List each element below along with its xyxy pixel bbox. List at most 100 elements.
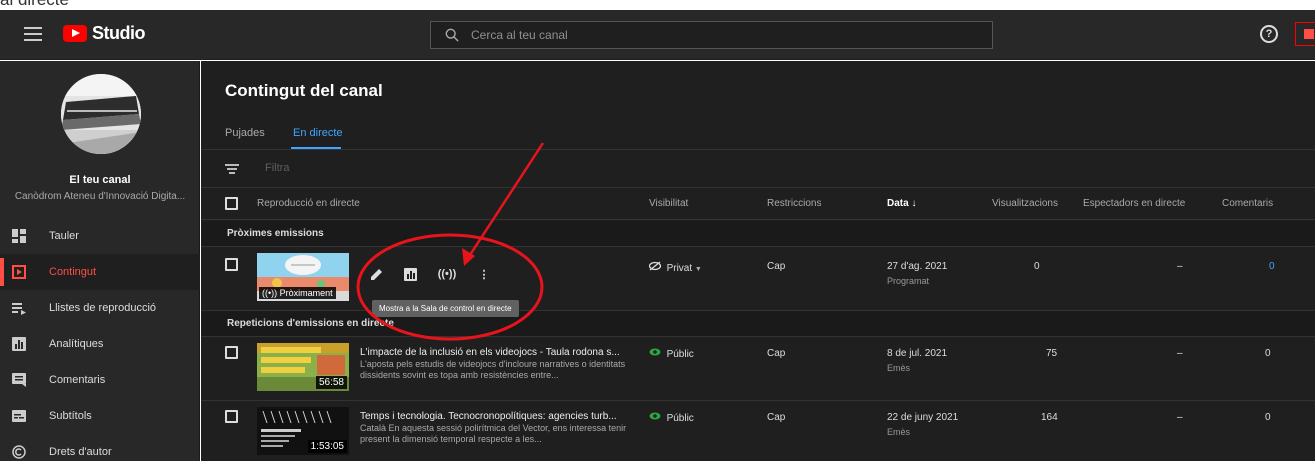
section-replays: Repeticions d'emissions en directe [201, 311, 1315, 337]
video-duration: 56:58 [315, 376, 347, 389]
comments-icon [12, 373, 26, 387]
create-button[interactable] [1295, 22, 1315, 46]
dropdown-arrow-icon: ▼ [694, 266, 702, 273]
sidebar-item-tauler[interactable]: Tauler [0, 218, 200, 254]
sidebar-item-llistes[interactable]: Llistes de reproducció [0, 290, 200, 326]
channel-title: El teu canal [69, 174, 131, 186]
subtitles-icon [12, 409, 26, 423]
top-caption-text: al directe [0, 0, 200, 10]
page-title: Contingut del canal [225, 81, 383, 100]
date-value: 22 de juny 2021 [887, 412, 959, 423]
section-upcoming: Pròximes emissions [201, 221, 1315, 247]
column-header-live-viewers[interactable]: Espectadors en directe [1083, 198, 1185, 209]
edit-pencil-icon[interactable] [369, 267, 383, 281]
date-cell: 27 d'ag. 2021 Programat [887, 261, 947, 286]
column-header-date[interactable]: Data ↓ [887, 198, 916, 209]
row-checkbox[interactable] [225, 258, 238, 271]
analytics-icon[interactable] [403, 267, 417, 281]
live-viewers-cell: – [1177, 261, 1183, 272]
video-duration: 1:53:05 [307, 440, 347, 453]
video-description: L'aposta pels estudis de videojocs d'inc… [360, 359, 626, 380]
sidebar-item-label: Subtítols [49, 410, 92, 422]
restrictions-cell: Cap [767, 261, 786, 272]
video-thumbnail[interactable]: 1:53:05 [257, 407, 349, 455]
video-title[interactable]: L'impacte de la inclusió en els videojoc… [360, 347, 630, 358]
upcoming-badge: ((•)) Pròximament [259, 287, 336, 299]
date-status: Programat [887, 276, 930, 286]
visibility-public-icon [649, 412, 661, 420]
sidebar-item-contingut[interactable]: Contingut [0, 254, 200, 290]
sidebar-item-analitiques[interactable]: Analítiques [0, 326, 200, 362]
column-header-views[interactable]: Visualitzacions [992, 198, 1058, 209]
copyright-icon [12, 445, 26, 459]
video-description: Català En aquesta sessió polirítmica del… [360, 423, 627, 444]
views-cell: 0 [1034, 261, 1040, 272]
comments-cell[interactable]: 0 [1265, 412, 1271, 423]
filter-input[interactable] [265, 162, 407, 174]
date-status: Emès [887, 363, 911, 373]
upcoming-badge-label: Pròximament [279, 288, 333, 298]
dashboard-icon [12, 229, 26, 243]
sort-arrow-down-icon: ↓ [911, 198, 917, 209]
date-status: Emès [887, 427, 911, 437]
sidebar-item-comentaris[interactable]: Comentaris [0, 362, 200, 398]
restrictions-cell: Cap [767, 348, 786, 359]
select-all-checkbox[interactable] [225, 197, 238, 210]
column-header-date-label: Data [887, 198, 909, 209]
column-header-restrictions[interactable]: Restriccions [767, 198, 821, 209]
search-box[interactable] [430, 21, 993, 49]
search-input[interactable] [471, 28, 871, 42]
visibility-label: Privat [666, 263, 693, 274]
sidebar-item-label: Tauler [49, 230, 79, 242]
row-actions: ((•)) ⋮ [369, 267, 491, 281]
views-cell: 75 [1046, 348, 1058, 359]
comments-cell[interactable]: 0 [1269, 261, 1275, 272]
analytics-icon [12, 337, 26, 351]
table-header: Reproducció en directe Visibilitat Restr… [201, 188, 1315, 220]
help-icon[interactable]: ? [1260, 25, 1278, 43]
table-row[interactable]: 56:58 L'impacte de la inclusió en els vi… [201, 337, 1315, 401]
views-cell: 164 [1041, 412, 1058, 423]
visibility-public-icon [649, 348, 661, 356]
sidebar-item-label: Contingut [49, 266, 97, 278]
visibility-cell[interactable]: Privat ▼ [648, 261, 702, 274]
visibility-cell[interactable]: Públic [649, 347, 694, 360]
sidebar-item-drets[interactable]: Drets d'autor [0, 434, 200, 461]
table-row[interactable]: 1:53:05 Temps i tecnologia. Tecnocronopo… [201, 401, 1315, 461]
live-icon: ((•)) [262, 288, 278, 298]
date-value: 27 d'ag. 2021 [887, 261, 948, 272]
table-row[interactable]: ((•)) Pròximament ((•)) ⋮ Privat ▼ Cap 2… [201, 247, 1315, 311]
column-header-comments[interactable]: Comentaris [1222, 198, 1273, 209]
column-header-video: Reproducció en directe [257, 198, 360, 209]
visibility-cell[interactable]: Públic [649, 411, 694, 424]
tab-pujades[interactable]: Pujades [225, 127, 265, 139]
sidebar-item-subtitols[interactable]: Subtítols [0, 398, 200, 434]
menu-icon[interactable] [24, 27, 42, 41]
more-options-icon[interactable]: ⋮ [477, 267, 491, 281]
live-control-room-icon[interactable]: ((•)) [437, 267, 457, 281]
video-thumbnail[interactable]: ((•)) Pròximament [257, 253, 349, 301]
restrictions-cell: Cap [767, 412, 786, 423]
visibility-off-icon [648, 261, 662, 271]
search-icon [445, 28, 459, 42]
comments-cell[interactable]: 0 [1265, 348, 1271, 359]
live-viewers-cell: – [1177, 412, 1183, 423]
column-header-visibility[interactable]: Visibilitat [649, 198, 688, 209]
youtube-play-icon [63, 25, 87, 42]
sidebar: El teu canal Canòdrom Ateneu d'Innovació… [0, 61, 200, 461]
studio-logo[interactable]: Studio [63, 23, 146, 44]
visibility-label: Públic [666, 349, 694, 360]
sidebar-item-label: Drets d'autor [49, 446, 112, 458]
filter-icon[interactable] [225, 164, 239, 174]
video-thumbnail[interactable]: 56:58 [257, 343, 349, 391]
date-cell: 8 de jul. 2021 Emès [887, 348, 947, 373]
top-app-bar: Studio ? [0, 10, 1315, 60]
filter-bar [201, 150, 1315, 188]
video-title[interactable]: Temps i tecnologia. Tecnocronopolítiques… [360, 411, 630, 422]
row-checkbox[interactable] [225, 346, 238, 359]
channel-avatar[interactable] [61, 74, 141, 154]
row-checkbox[interactable] [225, 410, 238, 423]
tab-en-directe[interactable]: En directe [293, 127, 343, 139]
sidebar-item-label: Comentaris [49, 374, 106, 386]
date-value: 8 de jul. 2021 [887, 348, 948, 359]
